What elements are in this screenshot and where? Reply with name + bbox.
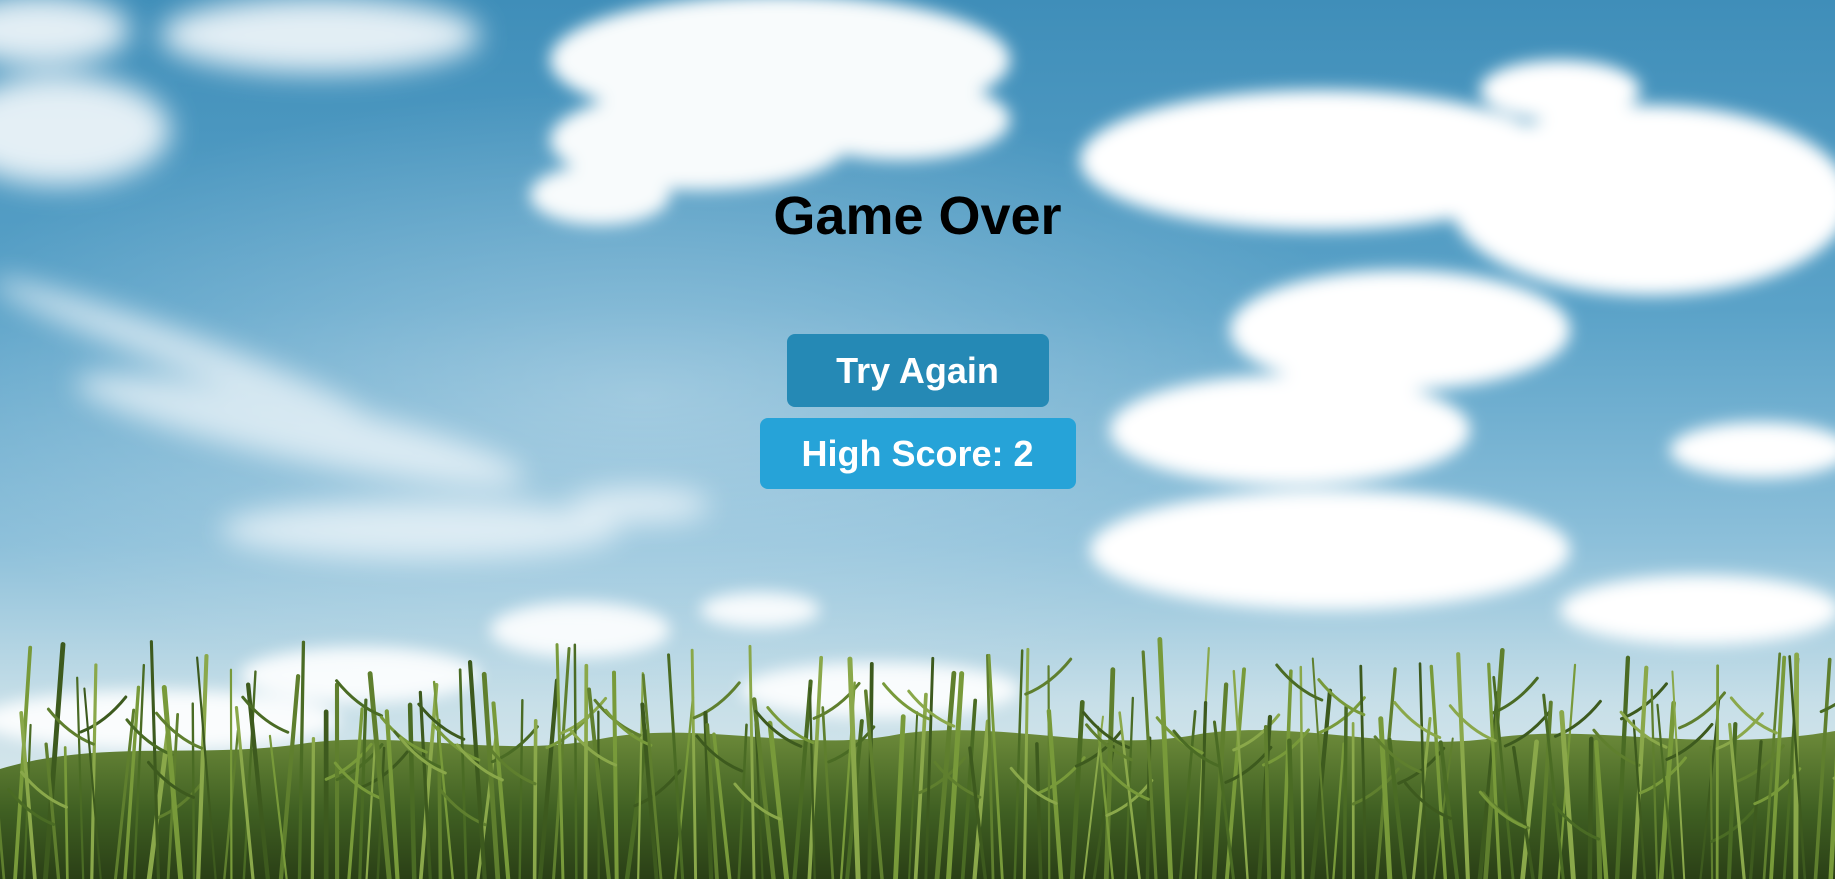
- game-over-overlay: Game Over Try Again High Score: 2: [0, 0, 1835, 879]
- high-score-button[interactable]: High Score: 2: [759, 418, 1076, 489]
- try-again-button[interactable]: Try Again: [786, 334, 1049, 407]
- game-over-title: Game Over: [773, 186, 1062, 246]
